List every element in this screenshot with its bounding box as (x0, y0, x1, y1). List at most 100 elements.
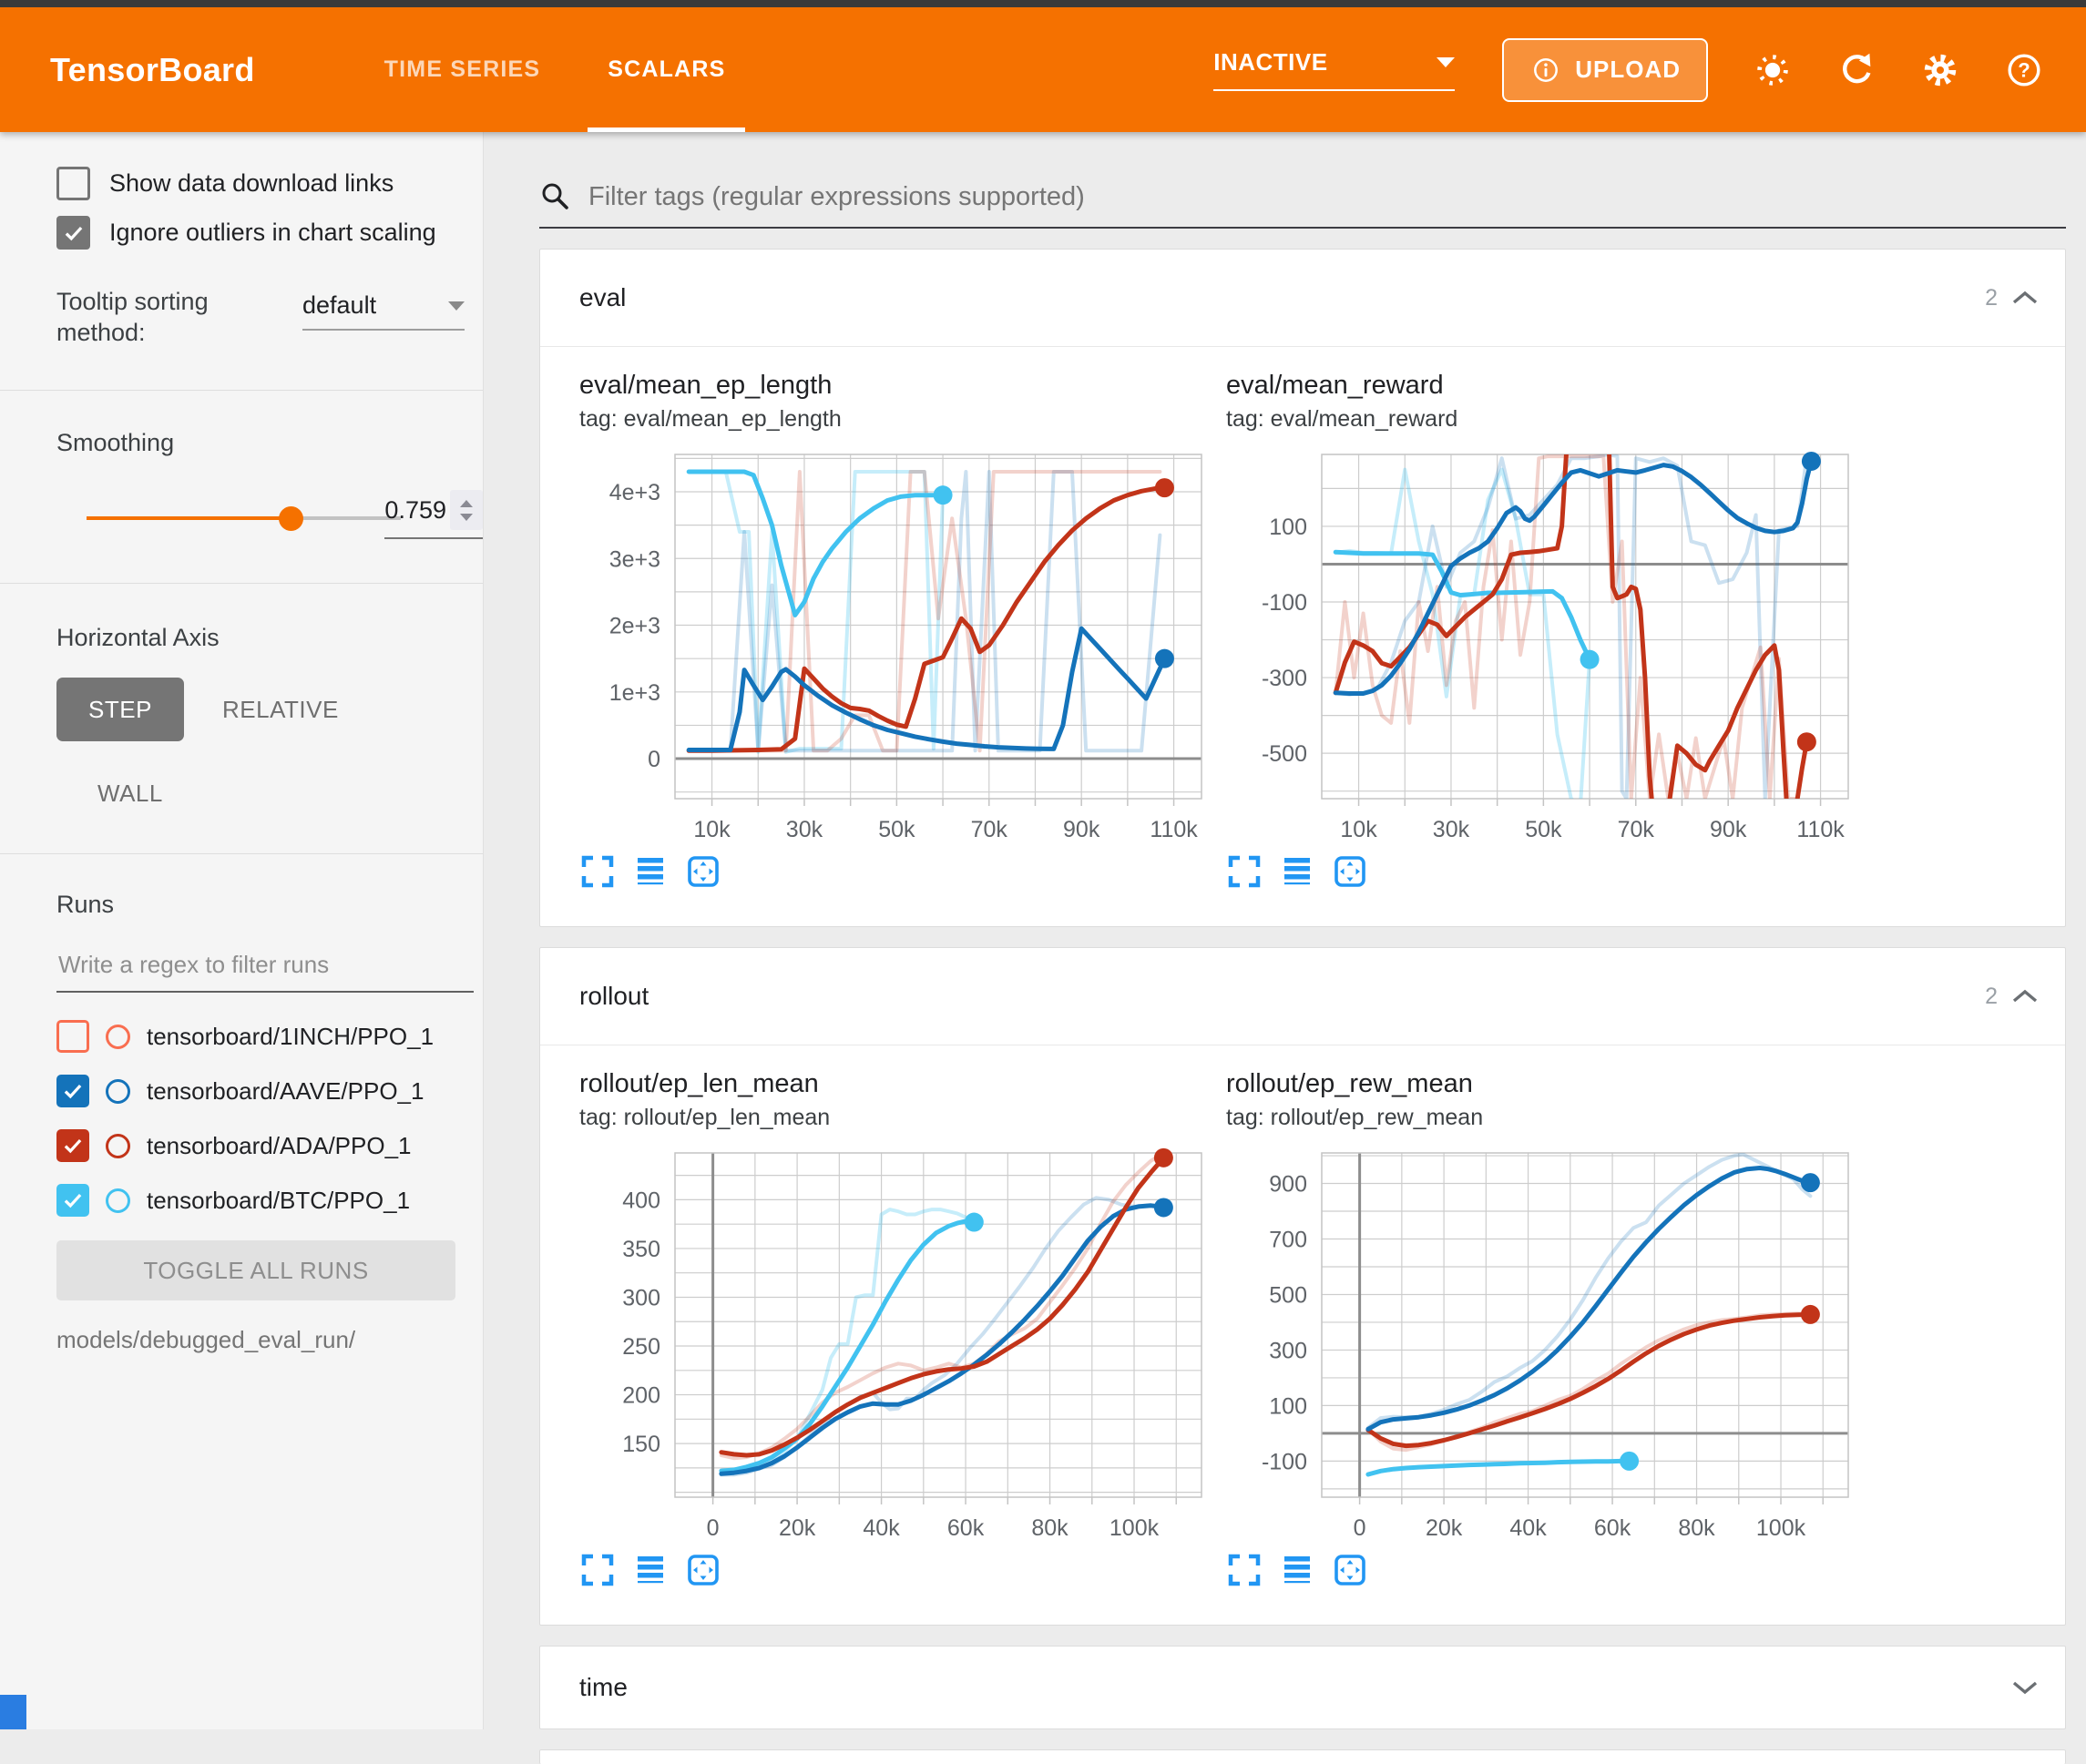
section-header-rollout[interactable]: rollout 2 (540, 948, 2065, 1045)
experiment-status-dropdown[interactable]: INACTIVE (1213, 48, 1455, 91)
axis-option-relative[interactable]: RELATIVE (222, 696, 339, 724)
run-color-swatch[interactable] (106, 1188, 130, 1213)
data-table-icon[interactable] (632, 853, 670, 892)
tag-filter-field[interactable] (539, 132, 2066, 229)
svg-text:110k: 110k (1150, 817, 1198, 842)
settings-sidebar: Show data download links Ignore outliers… (0, 132, 484, 1729)
chevron-down-icon (448, 301, 465, 311)
axis-option-step[interactable]: STEP (56, 678, 184, 741)
section-count: 2 (1985, 285, 1998, 311)
collapse-section-icon[interactable] (2010, 987, 2040, 1005)
tooltip-sorting-dropdown[interactable]: default (302, 291, 465, 331)
chart-title: rollout/ep_rew_mean (1226, 1069, 1859, 1099)
toggle-all-runs-button[interactable]: TOGGLE ALL RUNS (56, 1240, 455, 1300)
settings-icon[interactable] (1919, 49, 1961, 91)
chart-card: eval/mean_ep_lengthtag: eval/mean_ep_len… (579, 371, 1212, 892)
run-checkbox[interactable] (56, 1184, 89, 1217)
smoothing-stepper[interactable] (450, 490, 483, 530)
tooltip-sorting-label: Tooltip sorting method: (56, 286, 295, 348)
runs-logdir: models/debugged_eval_run/ (56, 1326, 483, 1354)
stepper-down-icon[interactable] (460, 514, 473, 521)
chart-canvas[interactable]: 100-100-300-50010k30k50k70k90k110k (1226, 445, 1859, 846)
chart-card: eval/mean_rewardtag: eval/mean_reward100… (1226, 371, 1859, 892)
svg-text:300: 300 (622, 1285, 660, 1310)
fullscreen-icon[interactable] (579, 1552, 618, 1590)
chart-title: eval/mean_ep_length (579, 371, 1212, 401)
svg-text:500: 500 (1269, 1282, 1307, 1308)
fullscreen-icon[interactable] (579, 853, 618, 892)
svg-text:40k: 40k (1509, 1515, 1547, 1541)
upload-button[interactable]: UPLOAD (1502, 38, 1708, 102)
chart-card: rollout/ep_rew_meantag: rollout/ep_rew_m… (1226, 1069, 1859, 1590)
pan-zoom-icon[interactable] (685, 1552, 723, 1590)
expand-section-icon[interactable] (2010, 1678, 2040, 1697)
svg-text:50k: 50k (1525, 817, 1562, 842)
run-row[interactable]: tensorboard/1INCH/PPO_1 (56, 1009, 483, 1064)
horizontal-axis-label: Horizontal Axis (56, 624, 483, 652)
pan-zoom-icon[interactable] (1332, 1552, 1370, 1590)
run-checkbox[interactable] (56, 1075, 89, 1107)
show-download-links-checkbox[interactable] (56, 167, 90, 200)
data-table-icon[interactable] (1279, 853, 1317, 892)
refresh-icon[interactable] (1835, 49, 1877, 91)
ignore-outliers-row[interactable]: Ignore outliers in chart scaling (56, 216, 483, 250)
svg-text:0: 0 (707, 1515, 720, 1541)
run-checkbox[interactable] (56, 1020, 89, 1053)
smoothing-value-field[interactable]: 0.759 (384, 490, 483, 539)
run-label: tensorboard/1INCH/PPO_1 (147, 1023, 434, 1051)
svg-text:40k: 40k (863, 1515, 900, 1541)
section-count: 2 (1985, 984, 1998, 1010)
section-header-eval[interactable]: eval 2 (540, 250, 2065, 347)
checkbox-label: Ignore outliers in chart scaling (109, 219, 436, 247)
run-row[interactable]: tensorboard/ADA/PPO_1 (56, 1118, 483, 1173)
smoothing-slider-thumb[interactable] (279, 506, 303, 531)
tooltip-sorting-row: Tooltip sorting method: default (56, 286, 483, 348)
svg-text:80k: 80k (1031, 1515, 1069, 1541)
svg-text:70k: 70k (1618, 817, 1655, 842)
runs-filter-field[interactable] (56, 950, 474, 993)
svg-text:60k: 60k (1594, 1515, 1631, 1541)
chart-toolbar (1226, 853, 1859, 892)
axis-option-wall[interactable]: WALL (97, 780, 163, 807)
tab-time-series[interactable]: TIME SERIES (364, 7, 561, 132)
data-table-icon[interactable] (632, 1552, 670, 1590)
chart-canvas[interactable]: 01e+32e+33e+34e+310k30k50k70k90k110k (579, 445, 1212, 846)
help-icon[interactable]: ? (2003, 49, 2045, 91)
svg-text:50k: 50k (878, 817, 915, 842)
section-header-time[interactable]: time (540, 1647, 2065, 1728)
svg-text:1e+3: 1e+3 (609, 680, 660, 706)
chart-canvas[interactable]: 150200250300350400020k40k60k80k100k (579, 1144, 1212, 1545)
runs-filter-input[interactable] (56, 950, 477, 980)
show-download-links-row[interactable]: Show data download links (56, 167, 483, 200)
run-row[interactable]: tensorboard/BTC/PPO_1 (56, 1173, 483, 1228)
ignore-outliers-checkbox[interactable] (56, 216, 90, 250)
tag-filter-input[interactable] (587, 181, 2066, 213)
svg-text:4e+3: 4e+3 (609, 480, 660, 505)
svg-text:-500: -500 (1262, 741, 1307, 767)
runs-block: Runs tensorboard/1INCH/PPO_1 tensorboard/… (56, 854, 483, 1354)
pan-zoom-icon[interactable] (1332, 853, 1370, 892)
tab-scalars[interactable]: SCALARS (588, 7, 745, 132)
run-color-swatch[interactable] (106, 1025, 130, 1049)
status-value: INACTIVE (1213, 48, 1327, 76)
brightness-icon[interactable] (1752, 49, 1794, 91)
chevron-down-icon (1437, 57, 1455, 67)
chart-toolbar (579, 1552, 1212, 1590)
stepper-up-icon[interactable] (460, 500, 473, 507)
chart-canvas[interactable]: -100100300500700900020k40k60k80k100k (1226, 1144, 1859, 1545)
run-color-swatch[interactable] (106, 1134, 130, 1158)
runs-label: Runs (56, 891, 483, 919)
fullscreen-icon[interactable] (1226, 853, 1264, 892)
section-card-time: time (539, 1646, 2066, 1729)
run-row[interactable]: tensorboard/AAVE/PPO_1 (56, 1064, 483, 1118)
collapse-section-icon[interactable] (2010, 289, 2040, 307)
fullscreen-icon[interactable] (1226, 1552, 1264, 1590)
data-table-icon[interactable] (1279, 1552, 1317, 1590)
run-checkbox[interactable] (56, 1129, 89, 1162)
svg-text:110k: 110k (1796, 817, 1845, 842)
chart-toolbar (1226, 1552, 1859, 1590)
run-color-swatch[interactable] (106, 1079, 130, 1104)
pan-zoom-icon[interactable] (685, 853, 723, 892)
info-icon (1529, 54, 1562, 87)
svg-text:400: 400 (622, 1188, 660, 1213)
